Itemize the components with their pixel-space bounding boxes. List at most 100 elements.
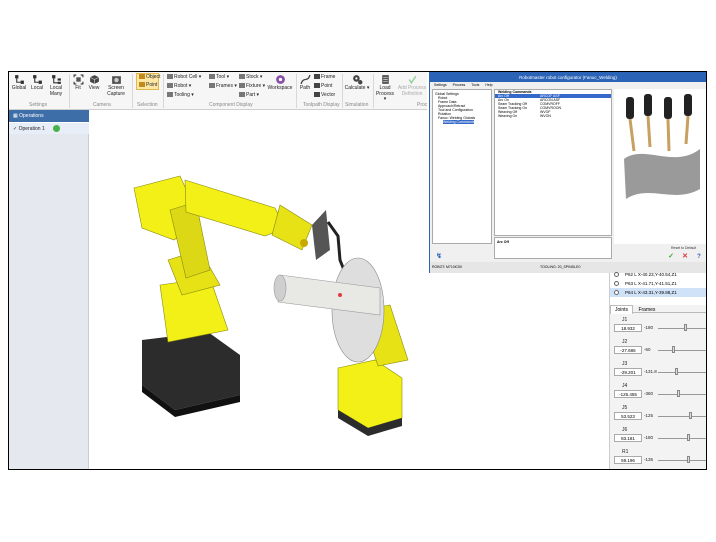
radio-icon[interactable] (614, 281, 619, 286)
status-robot: ROBOT: M710iC50 (432, 265, 462, 269)
help-icon[interactable]: ? (694, 253, 704, 261)
tree-item-selected[interactable]: Welding Commands (443, 120, 475, 124)
joint-value-input[interactable]: -27.686 (614, 346, 642, 354)
joint-min: -360 (644, 391, 654, 396)
joint-slider-track[interactable] (658, 350, 706, 351)
joint-value-input[interactable]: 83.181 (614, 434, 642, 442)
joint-slider-handle[interactable] (677, 390, 681, 397)
joint-value-input[interactable]: -29.201 (614, 368, 642, 376)
global-frame-icon (14, 75, 24, 84)
settings-tree: Global Settings Robot Frame Data Approac… (432, 89, 492, 244)
group-proc-label: Proc (417, 102, 428, 108)
joint-slider-handle[interactable] (674, 368, 678, 375)
radio-icon[interactable] (614, 272, 619, 277)
operation-item[interactable]: ✓ Operation 1 (9, 123, 89, 134)
global-button[interactable]: Global (11, 74, 27, 92)
property-row[interactable]: Weaving On WVON (495, 114, 611, 118)
point-select-button[interactable]: Point (139, 82, 157, 88)
tab-frames[interactable]: Frames (634, 306, 659, 314)
object-icon (139, 74, 145, 80)
path-button[interactable]: Path (299, 74, 311, 92)
joint-slider-track[interactable] (658, 438, 706, 439)
joint-slider-handle[interactable] (686, 434, 690, 441)
local-many-button[interactable]: Local Many (47, 74, 65, 97)
joint-value-input[interactable]: 53.523 (614, 412, 642, 420)
tab-joints[interactable]: Joints (610, 305, 634, 314)
group-camera-label: Camera (93, 102, 111, 108)
frames-icon (209, 83, 215, 89)
group-component-label: Component Display (209, 102, 253, 108)
joint-min: -60 (644, 347, 651, 352)
stock-icon (239, 74, 245, 80)
tool-label: Tool (216, 74, 226, 80)
object-select-button[interactable]: Object (139, 74, 160, 80)
part-icon (239, 92, 245, 98)
local-label: Local (31, 85, 43, 91)
property-description: Arc Off (494, 237, 612, 259)
group-selection-label: Selection (137, 102, 158, 108)
robot-menu[interactable]: Robot ▾ (167, 83, 191, 89)
joint-slider-handle[interactable] (684, 324, 688, 331)
menu-settings[interactable]: Settings (434, 83, 447, 87)
fit-icon (73, 74, 83, 85)
joint-slider-track[interactable] (658, 372, 706, 373)
tooling-menu[interactable]: Tooling ▾ (167, 92, 194, 98)
joint-slider-track[interactable] (658, 416, 706, 417)
screen-capture-button[interactable]: Screen Capture (105, 74, 127, 97)
wizard-icon[interactable]: ↯ (434, 253, 444, 261)
list-item-selected[interactable]: P64 L X-43.31,Y-39.88,Z1 (610, 288, 706, 297)
joint-value-input[interactable]: 59.196 (614, 456, 642, 464)
radio-icon[interactable] (614, 290, 619, 295)
view-label: View (88, 85, 100, 91)
point-name: P62 (625, 272, 634, 277)
frames-menu[interactable]: Frames ▾ (209, 83, 237, 89)
calculate-button[interactable]: Calculate ▾ (344, 74, 370, 92)
joint-slider-track[interactable] (658, 328, 706, 329)
local-button[interactable]: Local (29, 74, 45, 92)
robot-configurator-dialog: Robotmaster robot configurator (Fanuc_We… (429, 72, 706, 273)
stock-label: Stock (246, 74, 259, 80)
joint-min: -125 (644, 413, 654, 418)
joint-slider-handle[interactable] (672, 346, 676, 353)
point-display-button[interactable]: Point (314, 83, 332, 89)
view-button[interactable]: View (87, 74, 101, 92)
property-value[interactable]: WVON (540, 114, 551, 118)
menu-process[interactable]: Process (453, 83, 466, 87)
list-item[interactable]: P62 L X-40.23,Y-40.54,Z1 (610, 270, 706, 279)
load-process-icon (381, 75, 389, 84)
load-process-button[interactable]: Load Process ▾ (375, 74, 395, 103)
operations-panel (9, 134, 89, 469)
vector-display-button[interactable]: Vector (314, 92, 335, 98)
stock-menu[interactable]: Stock ▾ (239, 74, 262, 80)
list-item[interactable]: P63 L X-41.71,Y-41.51,Z1 (610, 279, 706, 288)
object-label: Object (146, 74, 161, 80)
workspace-button[interactable]: Workspace (267, 74, 293, 92)
robot-cell-menu[interactable]: Robot Cell ▾ (167, 74, 201, 80)
joints-panel: Joints Frames J1 18.932 -180 J2 -27.686 … (609, 305, 706, 469)
joint-slider-track[interactable] (658, 394, 706, 395)
joint-slider-track[interactable] (658, 460, 706, 461)
add-process-button[interactable]: Add Process Definition (397, 74, 427, 97)
joint-slider-handle[interactable] (686, 456, 690, 463)
point-name: P64 (625, 290, 634, 295)
joint-slider-handle[interactable] (689, 412, 693, 419)
joints-tabs: Joints Frames (610, 305, 706, 314)
menu-help[interactable]: Help (485, 83, 492, 87)
fit-button[interactable]: Fit (71, 74, 85, 92)
fixture-menu[interactable]: Fixture ▾ (239, 83, 265, 89)
frames-label: Frames (216, 83, 233, 89)
reset-default-button[interactable]: Reset to Default (671, 246, 696, 250)
frame-display-button[interactable]: Frame (314, 74, 335, 80)
workspace-icon (275, 75, 285, 84)
part-menu[interactable]: Part ▾ (239, 92, 259, 98)
property-grid: Welding Commands Arc Off ARCOF ASF Arc On… (494, 89, 612, 236)
point-value: L X-41.71,Y-41.51,Z1 (634, 281, 677, 286)
tool-menu[interactable]: Tool ▾ (209, 74, 229, 80)
menu-tools[interactable]: Tools (471, 83, 479, 87)
cube-icon (89, 75, 99, 84)
joint-value-input[interactable]: 18.932 (614, 324, 642, 332)
ok-check-icon[interactable]: ✓ (666, 253, 676, 261)
joint-value-input[interactable]: -126.455 (614, 390, 642, 398)
positioner-right[interactable] (273, 257, 409, 436)
cancel-x-icon[interactable]: ✕ (680, 253, 690, 261)
